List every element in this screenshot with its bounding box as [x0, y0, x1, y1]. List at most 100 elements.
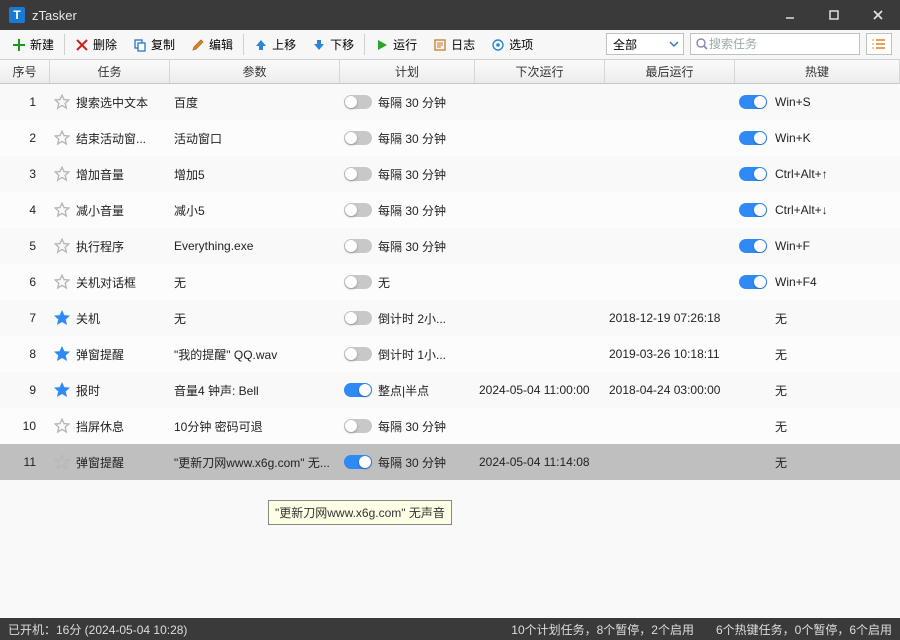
- task-row[interactable]: 9报时音量4 钟声: Bell整点|半点2024-05-04 11:00:002…: [0, 372, 900, 408]
- row-param: 百度: [170, 94, 340, 111]
- col-hot[interactable]: 热键: [735, 60, 900, 83]
- star-icon[interactable]: [54, 166, 70, 182]
- hotkey-toggle[interactable]: [739, 131, 767, 145]
- star-icon[interactable]: [54, 94, 70, 110]
- row-plan: 倒计时 2小...: [340, 310, 475, 327]
- hotkey-toggle[interactable]: [739, 239, 767, 253]
- plan-toggle[interactable]: [344, 239, 372, 253]
- task-row[interactable]: 8弹窗提醒"我的提醒" QQ.wav倒计时 1小...2019-03-26 10…: [0, 336, 900, 372]
- edit-button[interactable]: 编辑: [183, 30, 241, 59]
- plan-toggle[interactable]: [344, 455, 372, 469]
- hotkey-text: 无: [775, 382, 787, 399]
- options-button[interactable]: 选项: [483, 30, 541, 59]
- task-name: 执行程序: [76, 238, 124, 255]
- plan-toggle[interactable]: [344, 383, 372, 397]
- row-no: 1: [0, 95, 50, 109]
- task-row[interactable]: 5执行程序Everything.exe每隔 30 分钟Win+F: [0, 228, 900, 264]
- star-icon[interactable]: [54, 418, 70, 434]
- hotkey-toggle[interactable]: [739, 167, 767, 181]
- close-button[interactable]: [856, 0, 900, 30]
- row-plan: 整点|半点: [340, 382, 475, 399]
- row-task: 报时: [50, 382, 170, 399]
- task-name: 增加音量: [76, 166, 124, 183]
- copy-icon: [133, 38, 147, 52]
- row-param: "更新刀网www.x6g.com" 无...: [170, 454, 340, 471]
- titlebar: T zTasker: [0, 0, 900, 30]
- row-hotkey: 无: [735, 454, 900, 471]
- list-view-button[interactable]: [866, 33, 892, 55]
- task-row[interactable]: 7关机无倒计时 2小...2018-12-19 07:26:18无: [0, 300, 900, 336]
- new-button[interactable]: 新建: [4, 30, 62, 59]
- plan-toggle[interactable]: [344, 203, 372, 217]
- star-icon[interactable]: [54, 382, 70, 398]
- row-param: 10分钟 密码可退: [170, 418, 340, 435]
- hotkey-toggle[interactable]: [739, 275, 767, 289]
- row-hotkey: Ctrl+Alt+↑: [735, 167, 900, 181]
- log-icon: [433, 38, 447, 52]
- hotkey-text: Ctrl+Alt+↓: [775, 203, 828, 217]
- star-icon[interactable]: [54, 238, 70, 254]
- tooltip: "更新刀网www.x6g.com" 无声音: [268, 500, 452, 525]
- row-plan: 每隔 30 分钟: [340, 418, 475, 435]
- col-param[interactable]: 参数: [170, 60, 340, 83]
- task-row[interactable]: 1搜索选中文本百度每隔 30 分钟Win+S: [0, 84, 900, 120]
- row-no: 7: [0, 311, 50, 325]
- task-row[interactable]: 10挡屏休息10分钟 密码可退每隔 30 分钟无: [0, 408, 900, 444]
- plan-text: 每隔 30 分钟: [378, 130, 446, 147]
- row-no: 11: [0, 455, 50, 469]
- plan-text: 每隔 30 分钟: [378, 454, 446, 471]
- plan-toggle[interactable]: [344, 419, 372, 433]
- task-row[interactable]: 11弹窗提醒"更新刀网www.x6g.com" 无...每隔 30 分钟2024…: [0, 444, 900, 480]
- list-icon: [871, 37, 887, 51]
- col-plan[interactable]: 计划: [340, 60, 475, 83]
- copy-button[interactable]: 复制: [125, 30, 183, 59]
- plan-toggle[interactable]: [344, 311, 372, 325]
- hotkey-text: 无: [775, 310, 787, 327]
- log-button[interactable]: 日志: [425, 30, 483, 59]
- col-no[interactable]: 序号: [0, 60, 50, 83]
- col-task[interactable]: 任务: [50, 60, 170, 83]
- hotkey-text: 无: [775, 454, 787, 471]
- star-icon[interactable]: [54, 310, 70, 326]
- col-last[interactable]: 最后运行: [605, 60, 735, 83]
- hotkey-toggle[interactable]: [739, 203, 767, 217]
- run-button[interactable]: 运行: [367, 30, 425, 59]
- row-no: 5: [0, 239, 50, 253]
- star-icon[interactable]: [54, 346, 70, 362]
- star-icon[interactable]: [54, 130, 70, 146]
- hotkey-text: Win+K: [775, 131, 811, 145]
- search-input[interactable]: [709, 37, 849, 51]
- task-name: 关机: [76, 310, 100, 327]
- col-next[interactable]: 下次运行: [475, 60, 605, 83]
- statusbar: 已开机：16分 (2024-05-04 10:28) 10个计划任务，8个暂停，…: [0, 618, 900, 640]
- task-row[interactable]: 6关机对话框无无Win+F4: [0, 264, 900, 300]
- delete-button[interactable]: 删除: [67, 30, 125, 59]
- hotkey-text: Win+S: [775, 95, 811, 109]
- plan-toggle[interactable]: [344, 95, 372, 109]
- move-down-button[interactable]: 下移: [304, 30, 362, 59]
- plan-toggle[interactable]: [344, 347, 372, 361]
- task-name: 挡屏休息: [76, 418, 124, 435]
- row-task: 弹窗提醒: [50, 346, 170, 363]
- task-row[interactable]: 4减小音量减小5每隔 30 分钟Ctrl+Alt+↓: [0, 192, 900, 228]
- plan-toggle[interactable]: [344, 275, 372, 289]
- task-row[interactable]: 3增加音量增加5每隔 30 分钟Ctrl+Alt+↑: [0, 156, 900, 192]
- plan-toggle[interactable]: [344, 167, 372, 181]
- move-up-button[interactable]: 上移: [246, 30, 304, 59]
- minimize-button[interactable]: [768, 0, 812, 30]
- hotkey-toggle[interactable]: [739, 95, 767, 109]
- maximize-button[interactable]: [812, 0, 856, 30]
- plan-text: 无: [378, 274, 390, 291]
- row-next: 2024-05-04 11:00:00: [475, 383, 605, 397]
- star-icon[interactable]: [54, 274, 70, 290]
- filter-dropdown[interactable]: 全部: [606, 33, 684, 55]
- star-icon[interactable]: [54, 202, 70, 218]
- hotkey-text: 无: [775, 346, 787, 363]
- row-plan: 每隔 30 分钟: [340, 94, 475, 111]
- row-plan: 无: [340, 274, 475, 291]
- plan-toggle[interactable]: [344, 131, 372, 145]
- task-row[interactable]: 2结束活动窗...活动窗口每隔 30 分钟Win+K: [0, 120, 900, 156]
- row-param: 减小5: [170, 202, 340, 219]
- search-box[interactable]: [690, 33, 860, 55]
- star-icon[interactable]: [54, 454, 70, 470]
